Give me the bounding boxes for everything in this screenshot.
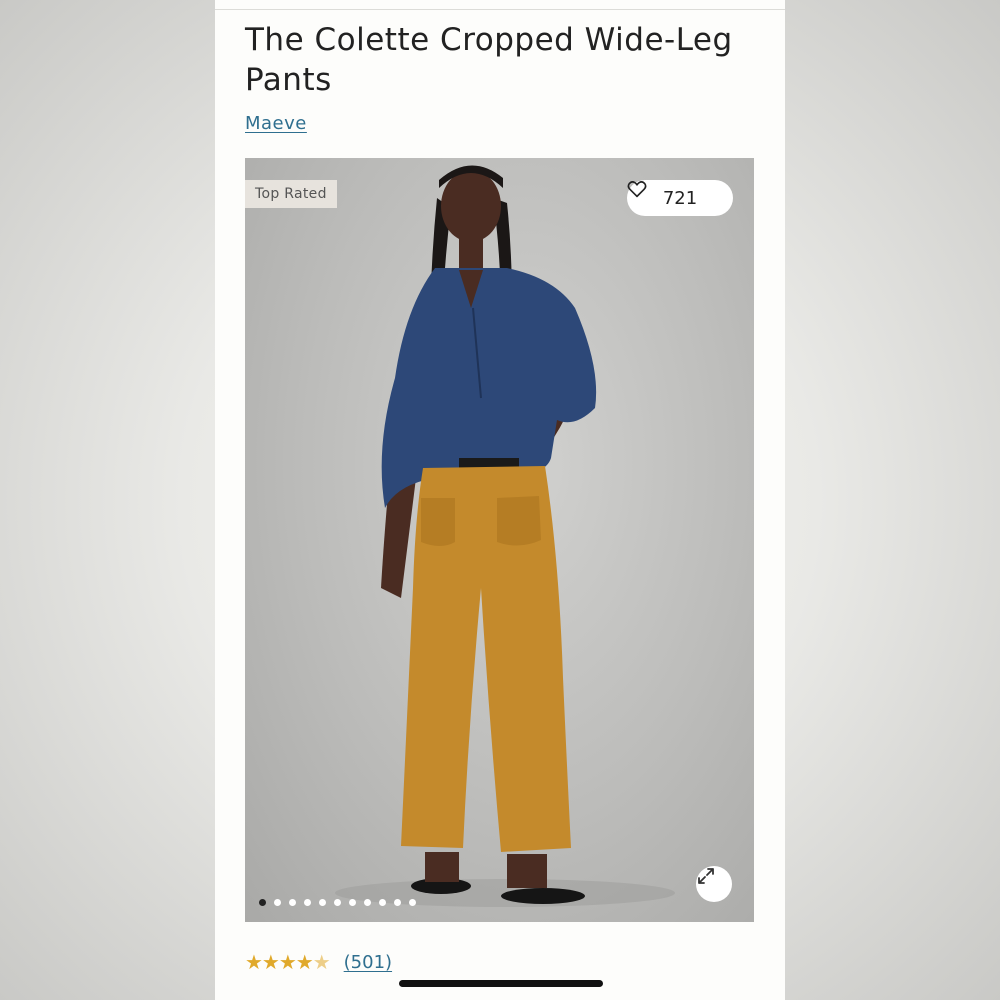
heart-icon: [627, 181, 647, 198]
carousel-dot[interactable]: [304, 899, 311, 906]
like-count: 721: [662, 187, 698, 209]
home-indicator: [399, 980, 603, 987]
carousel-dot[interactable]: [394, 899, 401, 906]
product-image[interactable]: Top Rated 721: [245, 158, 754, 922]
carousel-dot[interactable]: [379, 899, 386, 906]
carousel-dot[interactable]: [334, 899, 341, 906]
carousel-dot[interactable]: [319, 899, 326, 906]
carousel-dot[interactable]: [289, 899, 296, 906]
like-button[interactable]: 721: [627, 180, 733, 216]
half-star: ★: [312, 950, 331, 974]
carousel-dots: [259, 899, 416, 906]
star-rating: ★★★★★: [245, 950, 331, 974]
carousel-dot[interactable]: [259, 899, 266, 906]
carousel-dot[interactable]: [274, 899, 281, 906]
carousel-dot[interactable]: [349, 899, 356, 906]
top-rated-badge: Top Rated: [245, 180, 337, 208]
carousel-dot[interactable]: [409, 899, 416, 906]
product-title: The Colette Cropped Wide-Leg Pants: [245, 22, 733, 98]
model-photo: [335, 165, 675, 907]
expand-image-button[interactable]: [696, 866, 732, 902]
carousel-dot[interactable]: [364, 899, 371, 906]
brand-link[interactable]: Maeve: [245, 113, 307, 134]
expand-icon: [698, 868, 714, 884]
rating-row: ★★★★★ (501): [245, 950, 392, 974]
review-count-link[interactable]: (501): [344, 952, 392, 973]
top-divider: [215, 9, 785, 10]
full-stars: ★★★★: [245, 950, 314, 974]
phone-screen: The Colette Cropped Wide-Leg Pants Maeve: [215, 0, 785, 1000]
